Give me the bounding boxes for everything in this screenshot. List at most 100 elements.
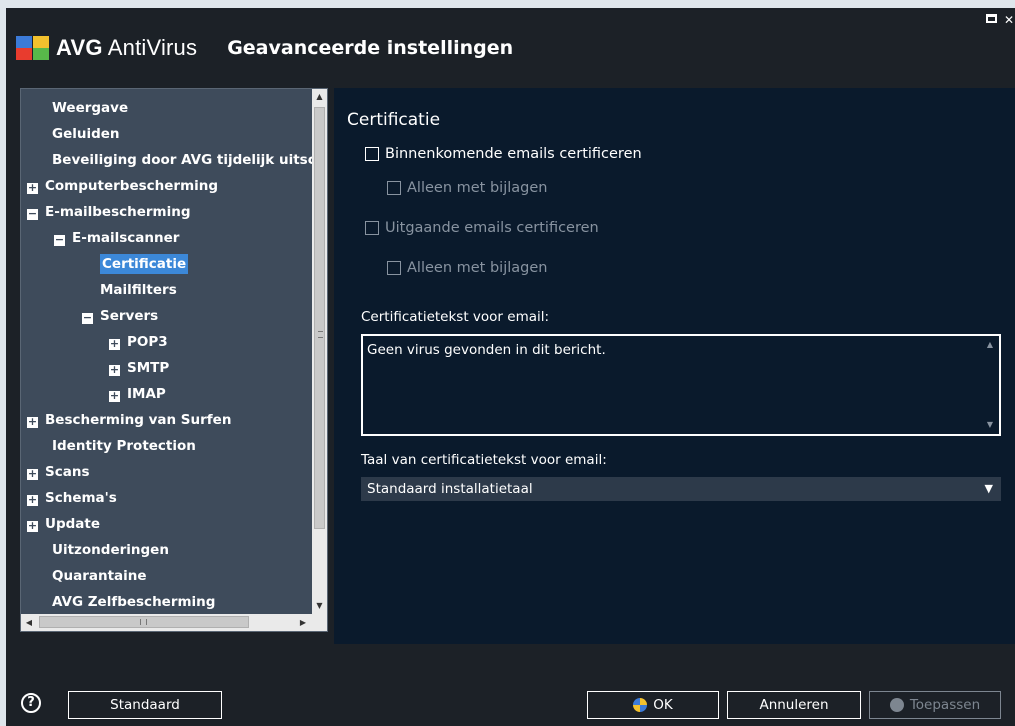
tree-item[interactable]: Weergave bbox=[52, 97, 128, 119]
language-select[interactable]: Standaard installatietaal ▼ bbox=[361, 477, 1001, 501]
help-icon[interactable]: ? bbox=[21, 693, 41, 713]
expand-icon[interactable]: + bbox=[109, 364, 120, 376]
tree-item[interactable]: Geluiden bbox=[52, 123, 120, 145]
window-title: Geavanceerde instellingen bbox=[227, 37, 514, 59]
ok-button[interactable]: OK bbox=[587, 691, 719, 719]
tree-item-label: Weergave bbox=[52, 100, 129, 116]
settings-content: Certificatie Binnenkomende emails certif… bbox=[334, 88, 1015, 644]
tree-item-label: Geluiden bbox=[52, 126, 120, 142]
outgoing-attachments-only-label: Alleen met bijlagen bbox=[407, 260, 548, 276]
checkbox-icon[interactable] bbox=[365, 147, 379, 161]
tree-item[interactable]: − Servers bbox=[82, 305, 158, 327]
checkbox-icon[interactable] bbox=[387, 261, 401, 275]
tree-item-label: AVG Zelfbescherming bbox=[52, 594, 216, 610]
tree-item-label: E-mailscanner bbox=[72, 230, 180, 246]
close-icon[interactable]: ✕ bbox=[1003, 14, 1015, 26]
scroll-left-icon[interactable]: ◀ bbox=[21, 614, 37, 631]
app-brand: AVG AntiVirus bbox=[56, 35, 198, 60]
incoming-certify-checkbox[interactable]: Binnenkomende emails certificeren bbox=[365, 146, 642, 162]
tree-item-label: Scans bbox=[45, 464, 90, 480]
cert-text-label: Certificatietekst voor email: bbox=[361, 309, 550, 325]
tree-vertical-scroll-thumb[interactable] bbox=[314, 107, 325, 529]
tree-item-label: SMTP bbox=[127, 360, 170, 376]
language-value: Standaard installatietaal bbox=[367, 481, 533, 497]
tree-item[interactable]: + IMAP bbox=[109, 383, 166, 405]
expand-icon[interactable]: + bbox=[109, 390, 120, 402]
tree-item-label: Servers bbox=[100, 308, 159, 324]
tree-vertical-scrollbar[interactable]: ▲ ▼ bbox=[312, 89, 327, 614]
checkbox-icon[interactable] bbox=[365, 221, 379, 235]
apply-button[interactable]: Toepassen bbox=[869, 691, 1001, 719]
tree-item[interactable]: + SMTP bbox=[109, 357, 169, 379]
tree-item-label: Quarantaine bbox=[52, 568, 147, 584]
scroll-down-icon[interactable]: ▼ bbox=[312, 598, 327, 614]
tree-item[interactable]: Quarantaine bbox=[52, 565, 147, 587]
tree-item-label: Update bbox=[45, 516, 101, 532]
tree-item-label: Certificatie bbox=[100, 254, 189, 274]
tree-item[interactable]: Identity Protection bbox=[52, 435, 196, 457]
tree-item[interactable]: + Computerbescherming bbox=[27, 175, 218, 197]
tree-horizontal-scrollbar[interactable]: ◀ ▶ bbox=[21, 614, 327, 631]
tree-item[interactable]: − E-mailscanner bbox=[54, 227, 179, 249]
outgoing-certify-label: Uitgaande emails certificeren bbox=[385, 220, 599, 236]
tree-horizontal-scroll-thumb[interactable] bbox=[39, 616, 249, 628]
expand-icon[interactable]: + bbox=[27, 468, 38, 480]
tree-item[interactable]: + POP3 bbox=[109, 331, 168, 353]
avg-logo-icon bbox=[16, 36, 50, 60]
cert-text-value: Geen virus gevonden in dit bericht. bbox=[367, 342, 606, 358]
outgoing-attachments-only-checkbox[interactable]: Alleen met bijlagen bbox=[387, 260, 547, 276]
tree-item-label: Identity Protection bbox=[52, 438, 196, 454]
tree-item[interactable]: + Scans bbox=[27, 461, 89, 483]
settings-tree: Weergave Geluiden Beveiliging door AVG tij… bbox=[20, 88, 328, 632]
settings-tree-list: Weergave Geluiden Beveiliging door AVG tij… bbox=[21, 89, 313, 614]
expand-icon[interactable]: + bbox=[109, 338, 120, 350]
tree-item[interactable]: + Schema's bbox=[27, 487, 117, 509]
tree-item-label: Computerbescherming bbox=[45, 178, 219, 194]
incoming-attachments-only-checkbox[interactable]: Alleen met bijlagen bbox=[387, 180, 547, 196]
expand-icon[interactable]: + bbox=[27, 520, 38, 532]
tree-item[interactable]: Uitzonderingen bbox=[52, 539, 169, 561]
language-label: Taal van certificatietekst voor email: bbox=[361, 452, 607, 468]
tree-item[interactable]: Certificatie bbox=[100, 253, 189, 275]
section-title: Certificatie bbox=[347, 110, 441, 130]
tree-item[interactable]: − E-mailbescherming bbox=[27, 201, 191, 223]
tree-item-label: Uitzonderingen bbox=[52, 542, 169, 558]
incoming-certify-label: Binnenkomende emails certificeren bbox=[385, 146, 642, 162]
scroll-up-icon[interactable]: ▲ bbox=[312, 89, 327, 105]
collapse-icon[interactable]: − bbox=[54, 234, 65, 246]
outgoing-certify-checkbox[interactable]: Uitgaande emails certificeren bbox=[365, 220, 599, 236]
default-button-label: Standaard bbox=[110, 697, 180, 713]
tree-item[interactable]: + Bescherming van Surfen bbox=[27, 409, 231, 431]
tree-item-label: POP3 bbox=[127, 334, 168, 350]
maximize-icon[interactable] bbox=[986, 14, 997, 23]
tree-item[interactable]: Beveiliging door AVG tijdelijk uitsc bbox=[52, 149, 313, 171]
tree-item-label: Mailfilters bbox=[100, 282, 177, 298]
checkbox-icon[interactable] bbox=[387, 181, 401, 195]
scroll-down-icon[interactable]: ▼ bbox=[983, 418, 997, 432]
collapse-icon[interactable]: − bbox=[82, 312, 93, 324]
tree-item-label: Bescherming van Surfen bbox=[45, 412, 232, 428]
apply-button-label: Toepassen bbox=[909, 697, 981, 713]
expand-icon[interactable]: + bbox=[27, 182, 38, 194]
tree-item[interactable]: AVG Zelfbescherming bbox=[52, 591, 215, 613]
ok-button-label: OK bbox=[653, 697, 673, 713]
expand-icon[interactable]: + bbox=[27, 494, 38, 506]
window-controls: ✕ bbox=[986, 14, 1015, 26]
default-button[interactable]: Standaard bbox=[68, 691, 222, 719]
settings-window: ✕ AVG AntiVirus Geavanceerde instellinge… bbox=[6, 8, 1015, 726]
scroll-up-icon[interactable]: ▲ bbox=[983, 338, 997, 352]
incoming-attachments-only-label: Alleen met bijlagen bbox=[407, 180, 548, 196]
tree-item-label: Schema's bbox=[45, 490, 117, 506]
cert-text-field[interactable]: Geen virus gevonden in dit bericht. ▲ ▼ bbox=[361, 334, 1001, 436]
scroll-right-icon[interactable]: ▶ bbox=[295, 614, 311, 631]
cert-text-scrollbar[interactable]: ▲ ▼ bbox=[983, 338, 997, 432]
tree-item[interactable]: + Update bbox=[27, 513, 100, 535]
tree-item-label: IMAP bbox=[127, 386, 166, 402]
expand-icon[interactable]: + bbox=[27, 416, 38, 428]
cancel-button[interactable]: Annuleren bbox=[727, 691, 861, 719]
collapse-icon[interactable]: − bbox=[27, 208, 38, 220]
cancel-button-label: Annuleren bbox=[759, 697, 829, 713]
shield-icon bbox=[889, 698, 904, 712]
tree-item[interactable]: Mailfilters bbox=[100, 279, 177, 301]
chevron-down-icon[interactable]: ▼ bbox=[985, 477, 993, 501]
